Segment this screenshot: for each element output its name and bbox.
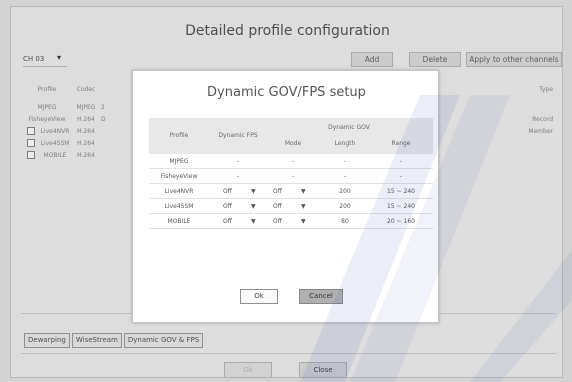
- row-range: -: [399, 173, 403, 180]
- table-row: FisheyeView - - - -: [149, 169, 433, 184]
- gov-fps-table-header: Profile Dynamic FPS Dynamic GOV Mode Len…: [149, 118, 433, 154]
- row-mode: -: [291, 173, 295, 180]
- dynamic-gov-fps-dialog: Dynamic GOV/FPS setup Profile Dynamic FP…: [132, 70, 439, 323]
- row-profile: MJPEG: [169, 158, 189, 165]
- length-input[interactable]: 200: [319, 188, 371, 195]
- cancel-button[interactable]: Cancel: [299, 289, 343, 304]
- mode-select[interactable]: Off: [273, 218, 282, 225]
- row-fps: -: [236, 173, 240, 180]
- header-length: Length: [334, 140, 356, 147]
- row-profile: Live4SSM: [164, 203, 194, 210]
- length-input[interactable]: 200: [319, 203, 371, 210]
- table-row: MOBILE Off ▼ Off ▼ 80 20 ~ 160: [149, 214, 433, 229]
- chevron-down-icon[interactable]: ▼: [251, 203, 256, 210]
- dialog-title: Dynamic GOV/FPS setup: [207, 85, 366, 100]
- header-mode: Mode: [284, 140, 302, 147]
- fps-select[interactable]: Off: [223, 218, 232, 225]
- fps-select[interactable]: Off: [223, 188, 232, 195]
- header-dynamic-fps: Dynamic FPS: [218, 132, 258, 139]
- table-row: MJPEG - - - -: [149, 154, 433, 169]
- row-profile: FisheyeView: [160, 173, 198, 180]
- row-length: -: [343, 158, 347, 165]
- row-range: 15 ~ 240: [387, 203, 415, 210]
- header-profile: Profile: [169, 132, 189, 139]
- chevron-down-icon[interactable]: ▼: [301, 203, 306, 210]
- row-length: -: [343, 173, 347, 180]
- ok-button[interactable]: Ok: [240, 289, 278, 304]
- row-fps: -: [236, 158, 240, 165]
- row-profile: Live4NVR: [164, 188, 194, 195]
- chevron-down-icon[interactable]: ▼: [251, 218, 256, 225]
- row-range: -: [399, 158, 403, 165]
- row-profile: MOBILE: [167, 218, 191, 225]
- row-range: 15 ~ 240: [387, 188, 415, 195]
- table-row: Live4NVR Off ▼ Off ▼ 200 15 ~ 240: [149, 184, 433, 199]
- fps-select[interactable]: Off: [223, 203, 232, 210]
- mode-select[interactable]: Off: [273, 188, 282, 195]
- row-mode: -: [291, 158, 295, 165]
- gov-fps-table: Profile Dynamic FPS Dynamic GOV Mode Len…: [149, 118, 433, 229]
- chevron-down-icon[interactable]: ▼: [301, 218, 306, 225]
- header-range: Range: [391, 140, 411, 147]
- length-input[interactable]: 80: [319, 218, 371, 225]
- mode-select[interactable]: Off: [273, 203, 282, 210]
- chevron-down-icon[interactable]: ▼: [251, 188, 256, 195]
- header-dynamic-gov: Dynamic GOV: [328, 124, 370, 131]
- table-row: Live4SSM Off ▼ Off ▼ 200 15 ~ 240: [149, 199, 433, 214]
- chevron-down-icon[interactable]: ▼: [301, 188, 306, 195]
- row-range: 20 ~ 160: [387, 218, 415, 225]
